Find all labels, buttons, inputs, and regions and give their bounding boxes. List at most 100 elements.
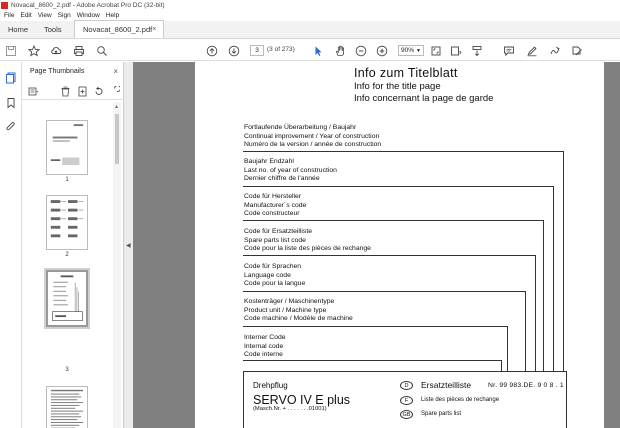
page-thumbnail-3-selected[interactable] bbox=[44, 268, 90, 329]
line-fr: Numéro de la version / année de construc… bbox=[244, 141, 382, 149]
print-icon[interactable] bbox=[72, 44, 85, 57]
product-model: SERVO IV E plus bbox=[253, 393, 351, 407]
zoom-in-icon[interactable] bbox=[375, 44, 388, 57]
line-fr: Dernier chiffre de l'année bbox=[244, 175, 320, 183]
star-icon[interactable] bbox=[27, 44, 40, 57]
panel-collapse-handle[interactable]: ◀ bbox=[124, 62, 133, 428]
page-subtitle-fr: Info concernant la page de garde bbox=[354, 93, 494, 104]
line-en: Continual improvement / Year of construc… bbox=[244, 132, 380, 140]
fit-page-icon[interactable] bbox=[429, 44, 442, 57]
leader-line bbox=[535, 255, 536, 371]
thumbnails-header: Page Thumbnails × bbox=[22, 62, 124, 80]
page-number-input[interactable]: 3 bbox=[250, 45, 264, 56]
menu-edit[interactable]: Edit bbox=[20, 12, 31, 19]
zoom-select[interactable]: 90% ▼ bbox=[398, 45, 424, 56]
scroll-mode-icon[interactable] bbox=[470, 44, 483, 57]
select-cursor-icon[interactable] bbox=[311, 44, 324, 57]
scroll-up-icon[interactable]: ▲ bbox=[114, 104, 119, 110]
acrobat-icon bbox=[1, 1, 8, 9]
info-block-spare-parts: Code für Ersatzteilliste Spare parts lis… bbox=[244, 228, 371, 254]
zoom-value: 90% bbox=[401, 47, 415, 54]
line-fr: Code machine / Modèle de machine bbox=[244, 315, 353, 323]
leader-line bbox=[507, 326, 508, 371]
toolbar: 3 (3 of 273) 90% ▼ bbox=[0, 40, 620, 61]
menu-sign[interactable]: Sign bbox=[58, 12, 71, 19]
line-de: Code für Ersatzteilliste bbox=[244, 228, 312, 235]
leader-line bbox=[243, 220, 543, 221]
chevron-left-icon: ◀ bbox=[126, 243, 131, 249]
info-block-year: Baujahr Endzahl Last no. of year of cons… bbox=[244, 158, 337, 184]
draw-icon[interactable] bbox=[548, 44, 561, 57]
lang-badge-gb: GB bbox=[400, 410, 413, 419]
page-up-icon[interactable] bbox=[205, 44, 218, 57]
line-en: Internal code bbox=[244, 342, 284, 350]
search-icon[interactable] bbox=[95, 44, 108, 57]
insert-page-icon[interactable] bbox=[77, 86, 88, 97]
upload-cloud-icon[interactable] bbox=[49, 44, 62, 57]
chevron-down-icon: ▼ bbox=[416, 47, 421, 54]
document-viewport[interactable]: Info zum Titelblatt Info for the title p… bbox=[133, 62, 620, 428]
thumbnails-scrollbar[interactable]: ▲ bbox=[113, 102, 121, 428]
menu-view[interactable]: View bbox=[38, 12, 52, 19]
tab-close-icon[interactable]: × bbox=[152, 26, 156, 33]
line-de: Code für Hersteller bbox=[244, 193, 302, 200]
line-en: Product unit / Machine type bbox=[244, 306, 327, 314]
close-panel-icon[interactable]: × bbox=[113, 67, 118, 76]
scrollbar-thumb[interactable] bbox=[115, 114, 119, 164]
info-block-language: Code für Sprachen Language code Code pou… bbox=[244, 263, 305, 289]
bookmark-icon[interactable] bbox=[5, 97, 17, 109]
page-thumbnail-2[interactable] bbox=[46, 195, 88, 250]
info-block-manufacturer: Code für Hersteller Manufacturer´s code … bbox=[244, 193, 306, 219]
save-icon[interactable] bbox=[4, 44, 17, 57]
page-layout-icon[interactable] bbox=[449, 44, 462, 57]
line-en: Manufacturer´s code bbox=[244, 201, 307, 209]
leader-line bbox=[543, 220, 544, 371]
page-thumbnail-4[interactable] bbox=[46, 386, 88, 428]
info-block-machine-type: Kostenträger / Maschinentype Product uni… bbox=[244, 298, 353, 324]
leader-line bbox=[501, 360, 502, 371]
thumbnail-options-icon[interactable] bbox=[28, 86, 39, 97]
info-block-internal: Interner Code Internal code Code interne bbox=[244, 334, 286, 360]
thumbnail-number: 2 bbox=[65, 252, 69, 258]
tab-tools[interactable]: Tools bbox=[36, 20, 74, 38]
leader-line bbox=[243, 186, 553, 187]
page-thumbnails-icon[interactable] bbox=[5, 72, 17, 84]
tab-bar: Home Tools Novacat_8600_2.pdf × bbox=[0, 20, 620, 39]
menu-window[interactable]: Window bbox=[77, 12, 100, 19]
tab-document-label: Novacat_8600_2.pdf bbox=[83, 25, 153, 34]
hand-tool-icon[interactable] bbox=[333, 44, 346, 57]
page-down-icon[interactable] bbox=[227, 44, 240, 57]
page-thumbnail-1[interactable] bbox=[46, 120, 88, 175]
leader-line bbox=[243, 151, 563, 152]
lang-badge-fr: F bbox=[400, 396, 413, 405]
spare-parts-title: Ersatzteilliste bbox=[421, 380, 472, 390]
lang-badge-de: D bbox=[400, 381, 413, 390]
line-fr: Code pour la langue bbox=[244, 280, 306, 288]
rotate-right-icon[interactable] bbox=[109, 85, 121, 97]
thumbnail-number: 3 bbox=[65, 367, 69, 373]
thumbnail-number: 1 bbox=[65, 177, 69, 183]
tab-document[interactable]: Novacat_8600_2.pdf × bbox=[74, 20, 164, 38]
line-fr: Code interne bbox=[244, 351, 283, 359]
line-de: Interner Code bbox=[244, 334, 286, 341]
menu-file[interactable]: File bbox=[4, 12, 14, 19]
line-de: Kostenträger / Maschinentype bbox=[244, 298, 335, 305]
menu-help[interactable]: Help bbox=[106, 12, 119, 19]
fill-sign-icon[interactable] bbox=[570, 44, 583, 57]
rotate-left-icon[interactable] bbox=[93, 86, 104, 97]
spare-parts-en: Spare parts list bbox=[421, 411, 462, 417]
leader-line bbox=[525, 291, 526, 371]
info-block-revision: Fortlaufende Überarbeitung / Baujahr Con… bbox=[244, 124, 381, 150]
spare-parts-fr: Liste des pièces de rechange bbox=[421, 397, 500, 403]
leader-line bbox=[553, 186, 554, 371]
highlight-pen-icon[interactable] bbox=[525, 44, 538, 57]
panel-title: Page Thumbnails bbox=[30, 67, 85, 75]
spare-parts-number: Nr. 99 983.DE. 9 0 8 . 1 bbox=[488, 382, 564, 389]
delete-page-icon[interactable] bbox=[60, 86, 71, 97]
line-en: Language code bbox=[244, 271, 291, 279]
comment-icon[interactable] bbox=[502, 44, 515, 57]
product-category: Drehpflug bbox=[253, 381, 288, 390]
attachment-icon[interactable] bbox=[5, 121, 17, 133]
zoom-out-icon[interactable] bbox=[354, 44, 367, 57]
tab-home[interactable]: Home bbox=[0, 20, 36, 38]
